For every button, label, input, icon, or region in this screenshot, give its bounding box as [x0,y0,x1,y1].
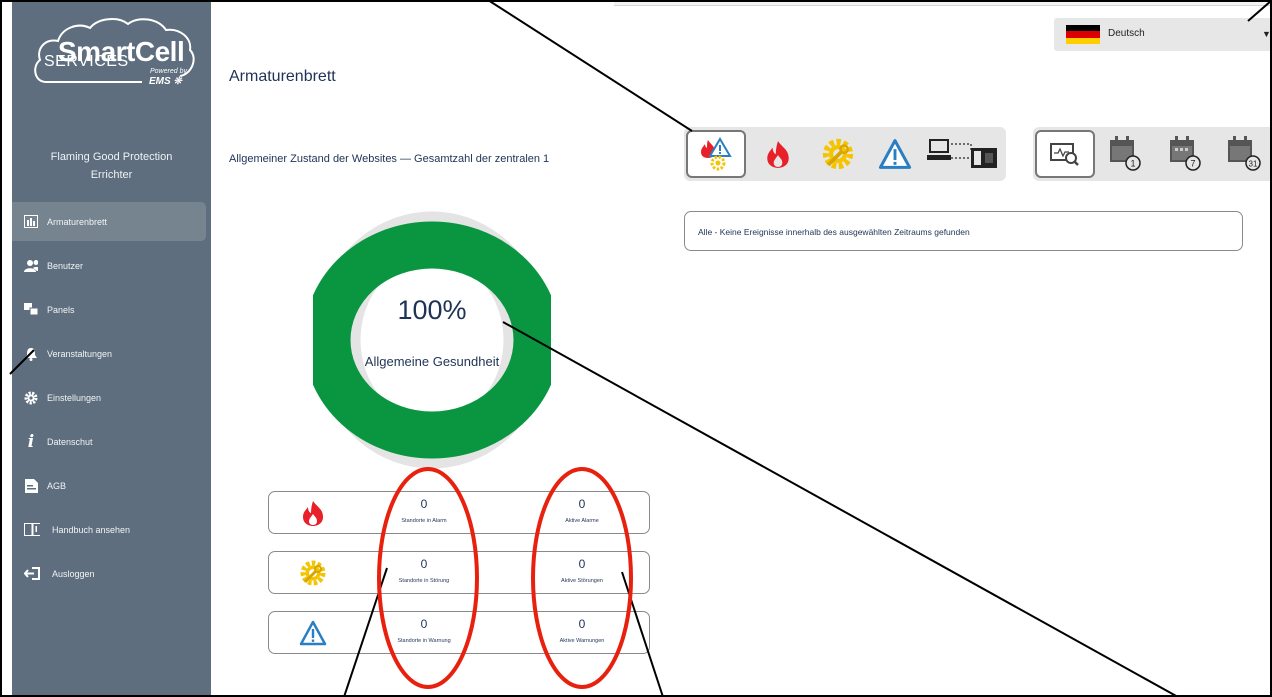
app-frame: SmartCell SERVICES Powered by EMS ❊ Flam… [0,0,1272,697]
filter-fault-button[interactable] [808,130,868,178]
language-label: Deutsch [1108,28,1145,39]
period-filter: 1 7 31 [1033,127,1272,181]
info-icon: i [27,431,35,452]
stat-row-fault: 0 Standorte in Störung 0 Aktive Störunge… [268,551,650,594]
warning-icon [878,139,912,169]
health-label: Allgemeine Gesundheit [364,354,500,369]
calendar-badge: 7 [1190,159,1195,169]
filter-warning-button[interactable] [865,130,925,178]
sidebar-nav: Armaturenbrett Benutzer Panels Veranstal… [12,202,211,598]
sidebar-item-benutzer[interactable]: Benutzer [12,246,211,285]
active-warnings: 0 Aktive Warnungen [537,617,627,644]
stat-value: 0 [420,557,428,571]
sidebar-item-datenschut[interactable]: i Datenschut [12,422,211,461]
stat-value: 0 [420,497,428,511]
bell-icon [24,347,38,361]
document-icon [24,478,38,493]
health-title: Allgemeiner Zustand der Websites — Gesam… [229,153,550,165]
active-alarms: 0 Aktive Alarme [537,497,627,524]
events-panel: Alle - Keine Ereignisse innerhalb des au… [684,211,1243,251]
language-select[interactable]: Deutsch ▼ [1054,18,1272,51]
fault-gear-icon [822,138,854,170]
stat-value: 0 [578,497,586,511]
company-name: Flaming Good Protection Errichter [12,148,211,184]
stat-value: 0 [420,617,428,631]
sidebar-item-label: Armaturenbrett [47,216,108,227]
calendar-badge: 31 [1249,160,1258,169]
sidebar-item-label: Panels [47,304,75,315]
sidebar-item-panels[interactable]: Panels [12,290,211,329]
panel-connection-icon [927,139,997,168]
stat-caption: Standorte in Warnung [397,638,451,644]
calendar-31-days-icon: 31 [1228,136,1261,171]
fire-icon [767,141,789,168]
monitor-search-icon [1050,143,1079,166]
sidebar-item-label: Handbuch ansehen [52,524,131,535]
stat-caption: Standorte in Störung [398,578,450,584]
sidebar-item-einstellungen[interactable]: Einstellungen [12,378,211,417]
logo[interactable]: SmartCell SERVICES Powered by EMS ❊ [32,14,197,94]
sidebar: SmartCell SERVICES Powered by EMS ❊ Flam… [12,0,211,697]
book-icon [24,523,40,537]
logout-icon [24,567,40,581]
calendar-7-days-icon: 7 [1170,136,1201,171]
events-empty-message: Alle - Keine Ereignisse innerhalb des au… [698,227,970,237]
active-faults: 0 Aktive Störungen [537,557,627,584]
stat-row-warning: 0 Standorte in Warnung 0 Aktive Warnunge… [268,611,650,654]
caret-down-icon: ▼ [1262,29,1271,39]
sidebar-item-handbuch[interactable]: Handbuch ansehen [12,510,211,549]
browser-strip [614,0,1272,6]
panels-icon [24,302,38,317]
stat-row-alarm: 0 Standorte in Alarm 0 Aktive Alarme [268,491,650,534]
calendar-badge: 1 [1130,159,1135,169]
stat-caption: Aktive Störungen [561,578,603,584]
users-icon [24,259,38,273]
stat-caption: Aktive Alarme [565,518,599,524]
gear-icon [24,391,38,405]
stat-caption: Standorte in Alarm [401,518,447,524]
health-donut-chart [313,211,551,469]
period-7-days-button[interactable]: 7 [1155,130,1215,178]
sidebar-item-label: Datenschut [47,436,93,447]
all-events-icon [701,137,732,171]
german-flag-icon [1066,25,1100,44]
page-title: Armaturenbrett [229,68,336,85]
filter-all-events-button[interactable] [686,130,746,178]
filter-panel-connection-button[interactable] [924,130,1002,178]
callout-line [487,0,693,132]
warning-icon [299,619,327,647]
sites-in-warning: 0 Standorte in Warnung [379,617,469,644]
logo-ems: EMS ❊ [149,76,182,87]
period-31-days-button[interactable]: 31 [1215,130,1272,178]
logo-powered-by: Powered by [150,68,187,75]
sidebar-item-armaturenbrett[interactable]: Armaturenbrett [12,202,206,241]
flag-stripe [1066,37,1100,44]
company-name-line1: Flaming Good Protection [50,151,173,163]
fault-gear-icon [299,559,327,587]
sites-in-fault: 0 Standorte in Störung [379,557,469,584]
sidebar-item-label: AGB [47,480,67,491]
sidebar-item-label: Ausloggen [52,568,95,579]
filter-fire-button[interactable] [748,130,808,178]
stat-caption: Aktive Warnungen [559,638,605,644]
calendar-1-day-icon: 1 [1110,136,1141,171]
dashboard-chart-icon [24,215,38,229]
sidebar-item-label: Einstellungen [47,392,102,403]
sidebar-item-label: Benutzer [47,260,84,271]
stat-value: 0 [578,557,586,571]
logo-services: SERVICES [44,53,129,70]
sidebar-item-veranstaltungen[interactable]: Veranstaltungen [12,334,211,373]
health-percent: 100% [397,295,467,325]
period-custom-button[interactable] [1035,130,1095,178]
sites-in-alarm: 0 Standorte in Alarm [379,497,469,524]
event-type-filter [684,127,1006,181]
stat-value: 0 [578,617,586,631]
period-1-day-button[interactable]: 1 [1095,130,1155,178]
sidebar-item-ausloggen[interactable]: Ausloggen [12,554,211,593]
fire-icon [299,499,327,527]
company-role: Errichter [90,169,133,181]
sidebar-item-label: Veranstaltungen [47,348,113,359]
sidebar-item-agb[interactable]: AGB [12,466,211,505]
